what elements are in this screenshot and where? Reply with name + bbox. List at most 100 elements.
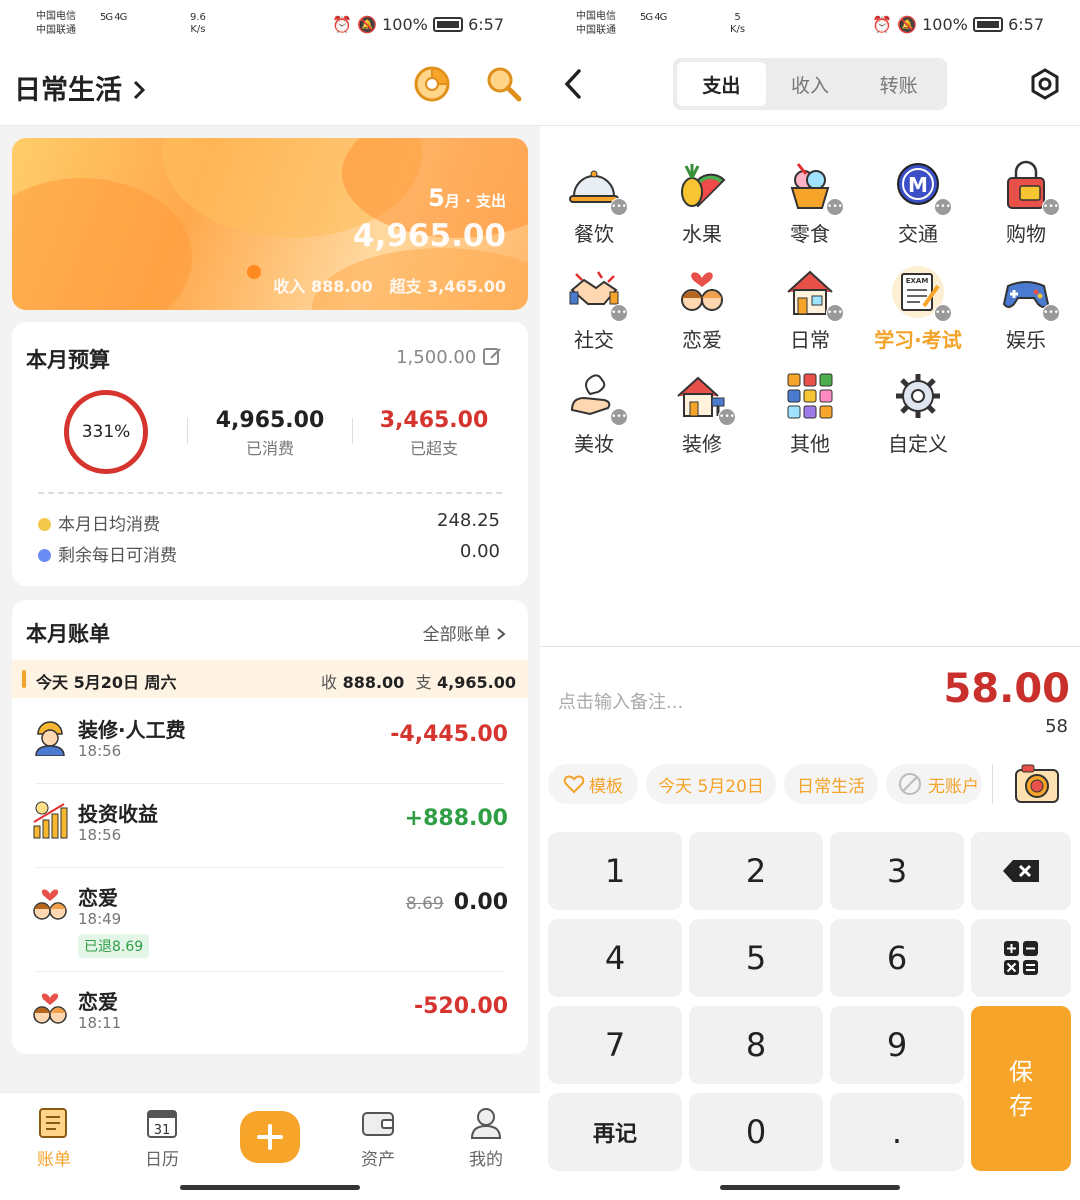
- backspace-key[interactable]: [971, 832, 1071, 910]
- category-snack[interactable]: ••• 零食: [762, 160, 858, 260]
- key-dot[interactable]: .: [830, 1093, 964, 1171]
- category-renovation[interactable]: ••• 装修: [654, 370, 750, 470]
- network-speed: 9.6 K/s: [190, 12, 206, 35]
- couple-icon: [33, 993, 67, 1024]
- key-3[interactable]: 3: [830, 832, 964, 910]
- status-bar: 中国电信 中国联通 5G 4G 5 K/s ⏰ 🔕 100% 6:57: [540, 0, 1080, 50]
- nav-ledger[interactable]: 账单: [14, 1105, 94, 1170]
- grid-icon: [787, 373, 833, 419]
- calculator-key[interactable]: [971, 919, 1071, 997]
- category-custom[interactable]: 自定义: [870, 370, 966, 470]
- budget-amount[interactable]: 1,500.00: [396, 346, 502, 368]
- key-7[interactable]: 7: [548, 1006, 682, 1084]
- category-food[interactable]: ••• 餐饮: [546, 160, 642, 260]
- chevron-right-icon: [134, 80, 146, 100]
- pie-chart-icon[interactable]: [412, 64, 452, 104]
- key-4[interactable]: 4: [548, 919, 682, 997]
- bill-item[interactable]: 恋爱 18:11 -520.00: [12, 972, 528, 1054]
- category-entertainment[interactable]: ••• 娱乐: [978, 266, 1074, 366]
- nav-assets[interactable]: 资产: [338, 1105, 418, 1170]
- daily-average-row: 本月日均消费 248.25: [38, 510, 500, 535]
- tab-transfer[interactable]: 转账: [854, 62, 943, 106]
- banner-month: 5月 · 支出: [428, 184, 506, 212]
- banner-amount: 4,965.00: [353, 218, 506, 254]
- heart-outline-icon: [563, 775, 585, 794]
- record-again-key[interactable]: 再记: [548, 1093, 682, 1171]
- network-indicator: 5G 4G: [640, 12, 667, 23]
- bill-item[interactable]: 恋爱 18:49 8.69 0.00 已退8.69: [12, 868, 528, 972]
- calculator-icon: [1004, 941, 1038, 975]
- add-record-screen: 中国电信 中国联通 5G 4G 5 K/s ⏰ 🔕 100% 6:57 支出 收入 …: [540, 0, 1080, 1200]
- all-bills-link[interactable]: 全部账单: [423, 620, 506, 645]
- key-6[interactable]: 6: [830, 919, 964, 997]
- category-beauty[interactable]: ••• 美妆: [546, 370, 642, 470]
- category-social[interactable]: ••• 社交: [546, 266, 642, 366]
- template-chip[interactable]: 模板: [548, 764, 638, 804]
- network-speed: 5 K/s: [730, 12, 746, 35]
- nav-calendar[interactable]: 31 日历: [122, 1105, 202, 1170]
- bills-title: 本月账单: [26, 622, 110, 646]
- key-8[interactable]: 8: [689, 1006, 823, 1084]
- key-5[interactable]: 5: [689, 919, 823, 997]
- amount-display: 58.00: [943, 666, 1070, 712]
- category-daily[interactable]: ••• 日常: [762, 266, 858, 366]
- save-button[interactable]: 保存: [971, 1006, 1071, 1171]
- battery-icon: [432, 17, 463, 32]
- gear-icon: [896, 374, 940, 418]
- svg-text:M: M: [908, 173, 928, 197]
- key-9[interactable]: 9: [830, 1006, 964, 1084]
- number-keypad: 1 2 3 4 5 6 7 8 9 再记 0 . 保存: [548, 832, 1074, 1176]
- book-selector[interactable]: 日常生活: [14, 68, 147, 107]
- fruit-icon: [681, 164, 726, 208]
- bill-item[interactable]: 装修·人工费 18:56 -4,445.00: [12, 700, 528, 784]
- budget-title: 本月预算: [26, 348, 110, 372]
- backspace-icon: [1003, 860, 1039, 882]
- nav-profile[interactable]: 我的: [446, 1105, 526, 1170]
- category-transport[interactable]: M ••• 交通: [870, 160, 966, 260]
- edit-icon: [483, 348, 501, 365]
- tab-income[interactable]: 收入: [766, 62, 855, 106]
- status-bar: 中国电信 中国联通 5G 4G 9.6 K/s ⏰ 🔕 100% 6:57: [0, 0, 540, 50]
- day-header: 今天 5月20日 周六 收 888.00 支 4,965.00: [12, 660, 528, 698]
- camera-icon[interactable]: [1014, 762, 1060, 804]
- divider: [38, 492, 502, 494]
- bill-item[interactable]: 投资收益 18:56 +888.00: [12, 784, 528, 868]
- note-input[interactable]: 点击输入备注...: [558, 688, 683, 714]
- category-fruit[interactable]: 水果: [654, 160, 750, 260]
- budget-card[interactable]: 本月预算 1,500.00 331% 4,965.00 已消费 3,465.00 已…: [12, 322, 528, 586]
- svg-text:31: 31: [154, 1123, 171, 1138]
- ledger-icon: [39, 1108, 67, 1138]
- category-shopping[interactable]: ••• 购物: [978, 160, 1074, 260]
- ledger-header: 日常生活: [0, 50, 540, 126]
- back-arrow-icon[interactable]: [562, 68, 584, 100]
- plus-icon: [257, 1124, 283, 1150]
- category-love[interactable]: 恋爱: [654, 266, 750, 366]
- wallet-icon: [362, 1112, 394, 1136]
- key-0[interactable]: 0: [689, 1093, 823, 1171]
- monthly-expense-banner[interactable]: 5月 · 支出 4,965.00 收入 888.00 超支 3,465.00: [12, 138, 528, 310]
- account-chip[interactable]: 无账户: [886, 764, 982, 804]
- search-icon[interactable]: [484, 64, 524, 104]
- battery-icon: [972, 17, 1003, 32]
- spent-stat: 4,965.00 已消费: [215, 408, 325, 458]
- add-record-button[interactable]: [240, 1111, 300, 1163]
- key-1[interactable]: 1: [548, 832, 682, 910]
- calendar-icon: 31: [147, 1110, 177, 1138]
- network-indicator: 5G 4G: [100, 12, 127, 23]
- category-other[interactable]: 其他: [762, 370, 858, 470]
- tab-expense[interactable]: 支出: [677, 62, 766, 106]
- banner-summary: 收入 888.00 超支 3,465.00: [273, 277, 506, 296]
- worker-icon: [35, 721, 65, 756]
- gesture-bar: [180, 1185, 360, 1190]
- bills-card: 本月账单 全部账单 今天 5月20日 周六 收 888.00 支 4,965.0…: [12, 600, 528, 1054]
- refund-badge: 已退8.69: [78, 934, 150, 958]
- divider: [540, 646, 1080, 647]
- settings-hex-icon[interactable]: [1028, 67, 1062, 101]
- book-chip[interactable]: 日常生活: [784, 764, 878, 804]
- category-study-exam[interactable]: EXAM ••• 学习·考试: [870, 266, 966, 366]
- ledger-screen: 中国电信 中国联通 5G 4G 9.6 K/s ⏰ 🔕 100% 6:57 日常生活…: [0, 0, 540, 1200]
- date-chip[interactable]: 今天 5月20日: [646, 764, 776, 804]
- couple-icon: [681, 272, 723, 311]
- key-2[interactable]: 2: [689, 832, 823, 910]
- svg-text:EXAM: EXAM: [906, 277, 929, 285]
